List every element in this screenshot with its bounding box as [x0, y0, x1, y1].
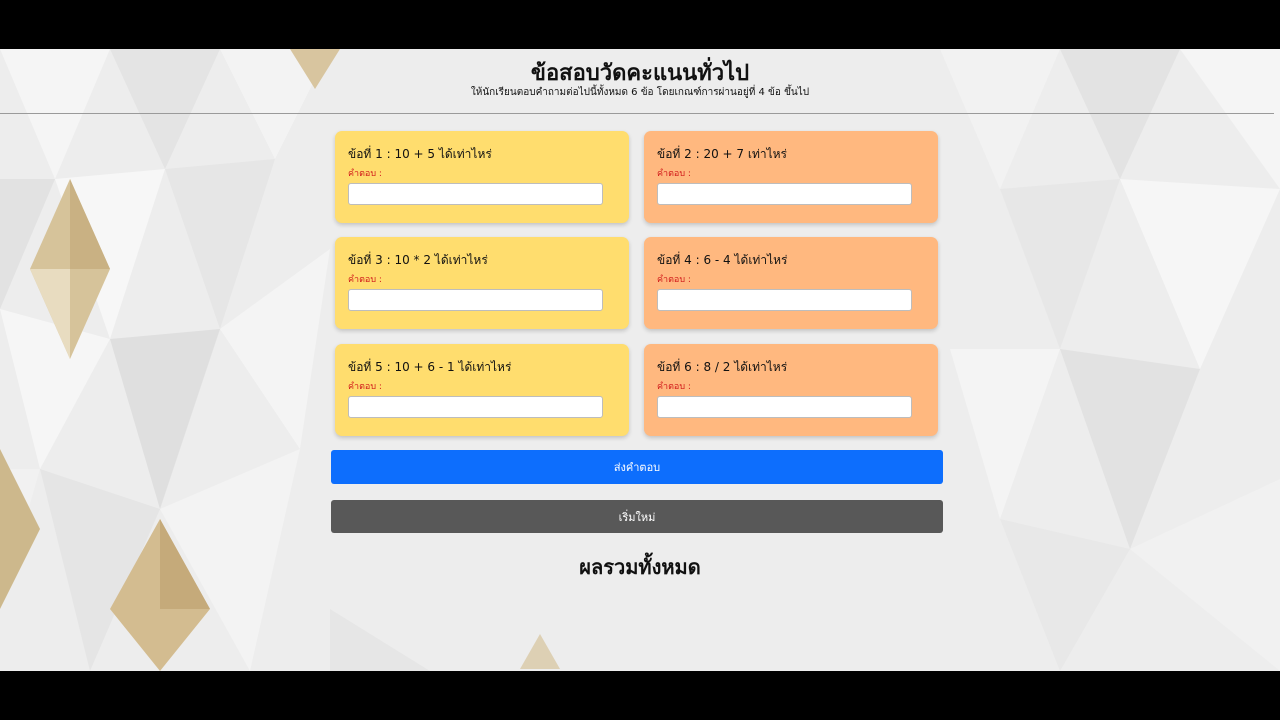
question-card-5: ข้อที่ 5 : 10 + 6 - 1 ได้เท่าไหร่ คำตอบ … [335, 344, 629, 436]
answer-input-3[interactable] [348, 289, 603, 311]
letterbox-top [0, 0, 1280, 49]
question-card-6: ข้อที่ 6 : 8 / 2 ได้เท่าไหร่ คำตอบ : [644, 344, 938, 436]
answer-label-1: คำตอบ : [348, 169, 382, 179]
answer-label-5: คำตอบ : [348, 382, 382, 392]
result-title: ผลรวมทั้งหมด [579, 555, 701, 579]
answer-label-4: คำตอบ : [657, 275, 691, 285]
letterbox-bottom [0, 671, 1280, 720]
answer-input-4[interactable] [657, 289, 912, 311]
answer-label-6: คำตอบ : [657, 382, 691, 392]
page-header: ข้อสอบวัดคะแนนทั่วไป ให้นักเรียนตอบคำถาม… [0, 49, 1280, 114]
answer-input-2[interactable] [657, 183, 912, 205]
header-divider [0, 113, 1274, 114]
question-card-2: ข้อที่ 2 : 20 + 7 เท่าไหร่ คำตอบ : [644, 131, 938, 223]
question-text-2: ข้อที่ 2 : 20 + 7 เท่าไหร่ [657, 147, 787, 161]
answer-label-3: คำตอบ : [348, 275, 382, 285]
answer-label-2: คำตอบ : [657, 169, 691, 179]
question-card-3: ข้อที่ 3 : 10 * 2 ได้เท่าไหร่ คำตอบ : [335, 237, 629, 329]
page-viewport: ข้อสอบวัดคะแนนทั่วไป ให้นักเรียนตอบคำถาม… [0, 49, 1280, 671]
answer-input-1[interactable] [348, 183, 603, 205]
answer-input-6[interactable] [657, 396, 912, 418]
answer-input-5[interactable] [348, 396, 603, 418]
submit-button[interactable]: ส่งคำตอบ [331, 450, 943, 484]
question-text-3: ข้อที่ 3 : 10 * 2 ได้เท่าไหร่ [348, 253, 488, 267]
question-text-4: ข้อที่ 4 : 6 - 4 ได้เท่าไหร่ [657, 253, 788, 267]
question-text-6: ข้อที่ 6 : 8 / 2 ได้เท่าไหร่ [657, 360, 788, 374]
question-card-4: ข้อที่ 4 : 6 - 4 ได้เท่าไหร่ คำตอบ : [644, 237, 938, 329]
page-subtitle: ให้นักเรียนตอบคำถามต่อไปนี้ทั้งหมด 6 ข้อ… [470, 87, 810, 98]
question-text-5: ข้อที่ 5 : 10 + 6 - 1 ได้เท่าไหร่ [348, 360, 512, 374]
question-card-1: ข้อที่ 1 : 10 + 5 ได้เท่าไหร่ คำตอบ : [335, 131, 629, 223]
question-text-1: ข้อที่ 1 : 10 + 5 ได้เท่าไหร่ [348, 147, 492, 161]
reset-button[interactable]: เริ่มใหม่ [331, 500, 943, 533]
